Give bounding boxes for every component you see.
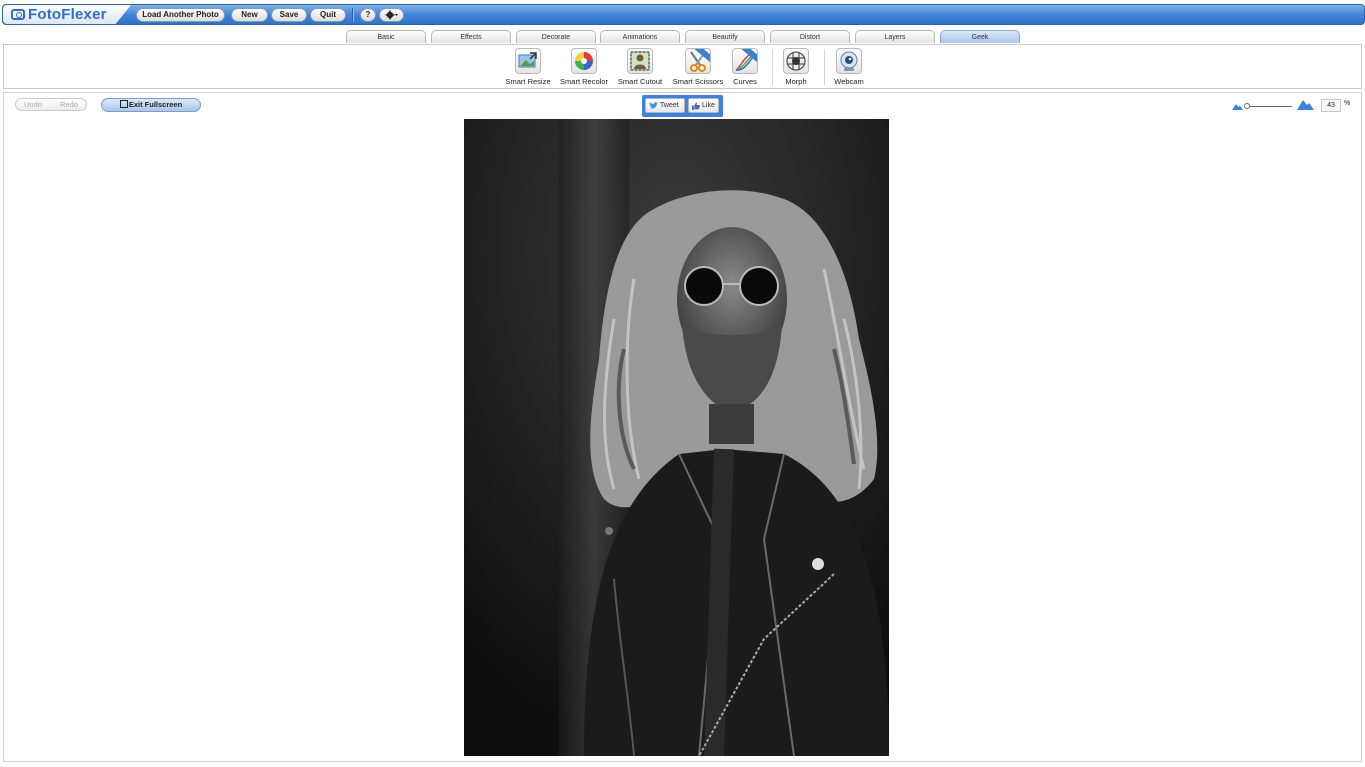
- webcam-label: Webcam: [834, 77, 864, 86]
- curves-icon: [732, 48, 758, 74]
- toolbar-separator: [352, 8, 354, 22]
- load-another-photo-button[interactable]: Load Another Photo: [136, 8, 225, 22]
- tweet-label: Tweet: [660, 102, 679, 109]
- smart-recolor-tool[interactable]: Smart Recolor: [556, 48, 612, 86]
- zoom-control: 43 %: [1232, 99, 1352, 113]
- redo-button[interactable]: Redo: [60, 99, 78, 110]
- smart-cutout-tool[interactable]: Smart Cutout: [612, 48, 668, 86]
- smart-resize-icon: [515, 48, 541, 74]
- morph-tool[interactable]: Morph: [768, 48, 824, 86]
- undo-button[interactable]: Undo: [24, 99, 42, 110]
- smart-resize-label: Smart Resize: [505, 77, 551, 86]
- cutout-icon: [627, 48, 653, 74]
- tab-basic[interactable]: Basic: [346, 30, 426, 43]
- exit-fullscreen-label: Exit Fullscreen: [128, 100, 183, 109]
- curves-label: Curves: [733, 77, 757, 86]
- photo-canvas[interactable]: [464, 119, 889, 756]
- tab-beautify[interactable]: Beautify: [685, 30, 765, 43]
- zoom-slider-track[interactable]: [1246, 106, 1292, 107]
- scissors-icon: [685, 48, 711, 74]
- social-share-bar: Tweet Like: [642, 95, 723, 117]
- tab-effects[interactable]: Effects: [431, 30, 511, 43]
- portrait-photo: [464, 119, 889, 756]
- zoom-slider-knob[interactable]: [1244, 103, 1250, 109]
- color-wheel-icon: [571, 48, 597, 74]
- smart-cutout-label: Smart Cutout: [617, 77, 663, 86]
- tab-layers[interactable]: Layers: [855, 30, 935, 43]
- save-button[interactable]: Save: [271, 8, 307, 22]
- new-button[interactable]: New: [231, 8, 268, 22]
- webcam-tool[interactable]: Webcam: [821, 48, 877, 86]
- exit-fullscreen-icon: [119, 100, 128, 108]
- help-button[interactable]: ?: [360, 8, 376, 22]
- thumbs-up-icon: [692, 102, 700, 110]
- exit-fullscreen-button[interactable]: Exit Fullscreen: [101, 98, 201, 112]
- settings-button[interactable]: [379, 8, 404, 22]
- like-label: Like: [702, 102, 715, 109]
- morph-icon: [783, 48, 809, 74]
- tab-animations[interactable]: Animations: [600, 30, 680, 43]
- fotoflexer-logo: FotoFlexer: [11, 6, 107, 23]
- logo-text: FotoFlexer: [28, 6, 107, 23]
- curves-tool[interactable]: Curves: [717, 48, 773, 86]
- webcam-icon: [836, 48, 862, 74]
- tab-distort[interactable]: Distort: [770, 30, 850, 43]
- zoom-percent-unit: %: [1344, 100, 1351, 107]
- smart-recolor-label: Smart Recolor: [560, 77, 608, 86]
- smart-resize-tool[interactable]: Smart Resize: [500, 48, 556, 86]
- zoom-in-mountain-icon[interactable]: [1297, 99, 1314, 110]
- tab-decorate[interactable]: Decorate: [516, 30, 596, 43]
- zoom-out-mountain-icon[interactable]: [1232, 103, 1243, 110]
- tab-geek[interactable]: Geek: [940, 30, 1020, 43]
- quit-button[interactable]: Quit: [310, 8, 346, 22]
- tweet-button[interactable]: Tweet: [645, 98, 685, 113]
- camera-icon: [11, 9, 25, 20]
- undo-redo-group: Undo Redo: [15, 98, 87, 111]
- zoom-percent-input[interactable]: 43: [1321, 99, 1341, 112]
- gear-icon: [385, 10, 398, 20]
- geek-tools-panel: Smart Resize Smart Recolor Smart Cutout: [3, 44, 1362, 89]
- twitter-bird-icon: [649, 101, 658, 109]
- like-button[interactable]: Like: [688, 98, 719, 113]
- morph-label: Morph: [785, 77, 807, 86]
- top-toolbar: FotoFlexer Load Another Photo New Save Q…: [2, 4, 1365, 25]
